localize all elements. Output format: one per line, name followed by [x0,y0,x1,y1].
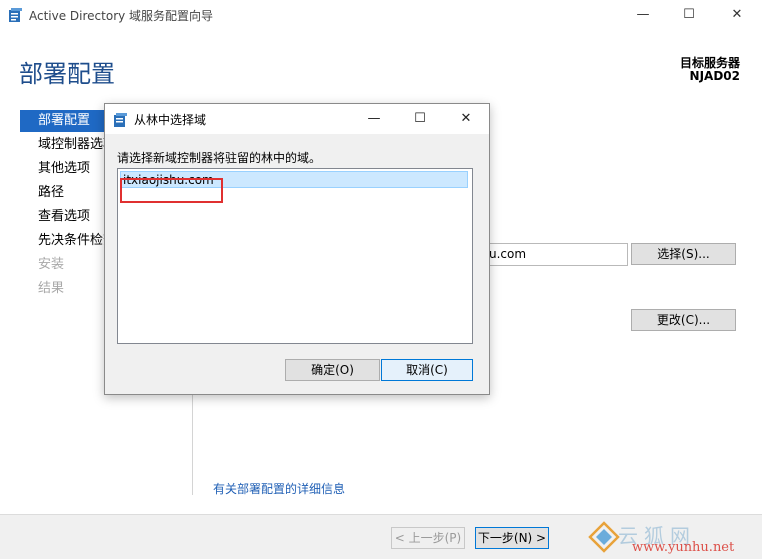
page-title: 部署配置 [19,60,115,88]
minimize-button[interactable]: — [620,0,666,30]
previous-button: < 上一步(P) [391,527,465,549]
target-server-name: NJAD02 [689,69,740,83]
watermark-url: www.yunhu.net [632,540,735,555]
nav-divider [192,395,193,495]
server-manager-icon [9,8,22,22]
next-button[interactable]: 下一步(N) > [475,527,549,549]
select-button[interactable]: 选择(S)... [631,243,736,265]
select-domain-dialog: 从林中选择域 — ☐ ✕ 请选择新域控制器将驻留的林中的域。 itxiaojis… [104,103,490,395]
domain-input-value: u.com [489,247,527,261]
dialog-app-icon [114,113,127,127]
change-button[interactable]: 更改(C)... [631,309,736,331]
dialog-close-button[interactable]: ✕ [443,104,489,134]
dialog-title: 从林中选择域 [134,113,207,127]
domain-input[interactable]: u.com [484,243,628,266]
more-info-link[interactable]: 有关部署配置的详细信息 [213,480,345,497]
dialog-prompt: 请选择新域控制器将驻留的林中的域。 [117,151,322,165]
maximize-button[interactable]: ☐ [666,0,712,30]
ok-button[interactable]: 确定(O) [285,359,380,381]
dialog-minimize-button[interactable]: — [351,104,397,134]
highlight-annotation [120,178,223,203]
dialog-maximize-button[interactable]: ☐ [397,104,443,134]
window-title: Active Directory 域服务配置向导 [29,9,214,23]
close-button[interactable]: ✕ [714,0,760,30]
cancel-button[interactable]: 取消(C) [381,359,473,381]
